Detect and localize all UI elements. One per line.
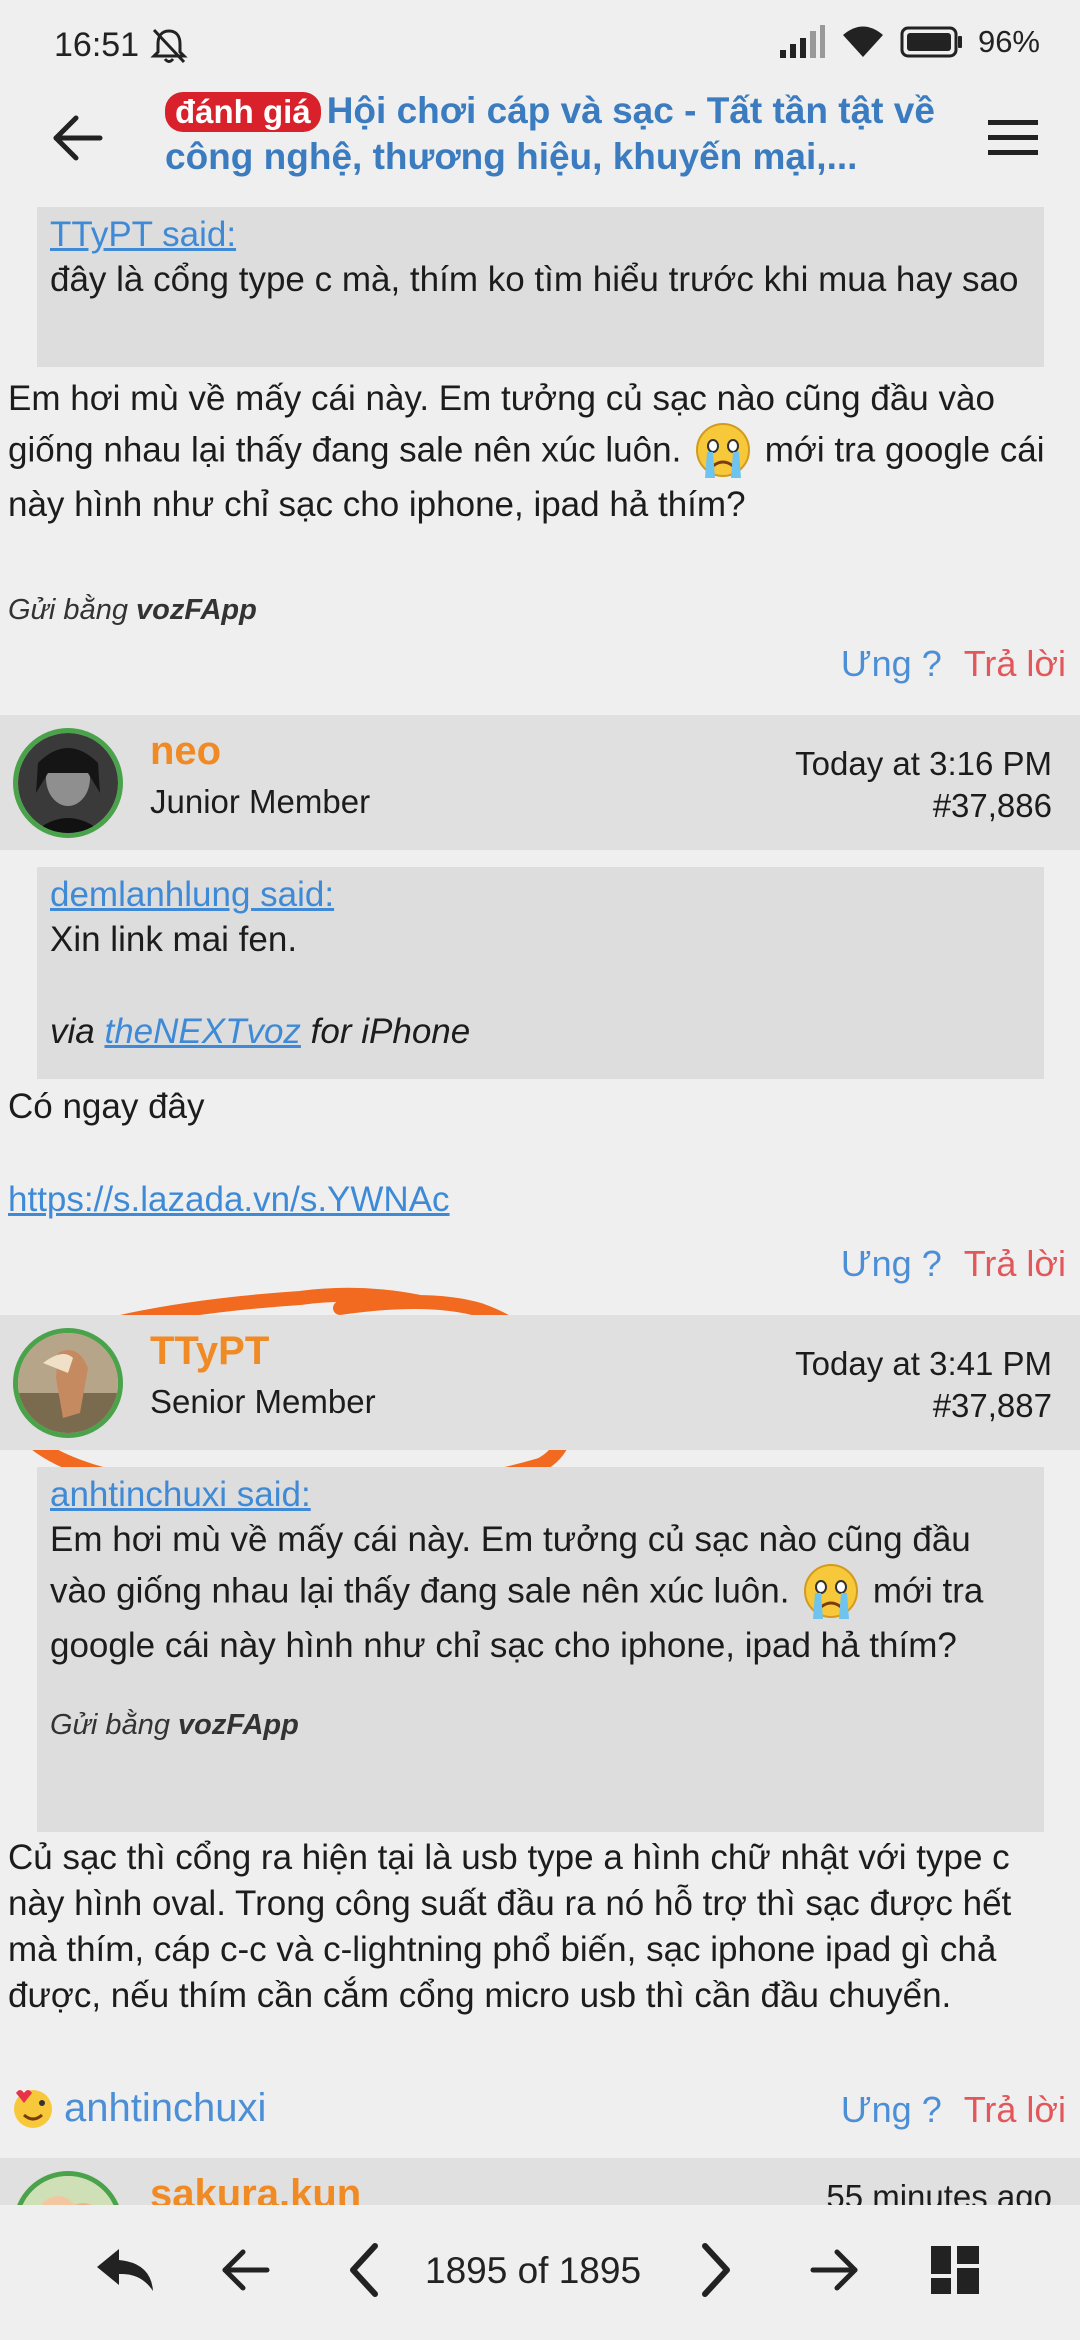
reply-button[interactable]: Trả lời (964, 1243, 1066, 1285)
wifi-icon (842, 26, 883, 57)
quote-text: Em hơi mù về mấy cái này. Em tưởng củ sạ… (50, 1517, 1031, 1669)
thread-prefix-badge: đánh giá (165, 92, 321, 132)
post-body-text: Củ sạc thì cổng ra hiện tại là usb type … (8, 1838, 1012, 2015)
quote-author-link[interactable]: TTyPT said: (50, 213, 1031, 257)
user-role: Senior Member (150, 1383, 376, 1420)
post-signature: Gửi bằng vozFApp (8, 585, 1068, 633)
post-actions: Ưng ? Trả lời (841, 1243, 1066, 1285)
crying-emoji-icon (804, 1564, 859, 1619)
post-body: Em hơi mù về mấy cái này. Em tưởng củ sạ… (8, 376, 1068, 528)
love-reaction-icon (14, 2090, 52, 2128)
bottom-nav-bar: 1895 of 1895 (0, 2205, 1080, 2340)
avatar[interactable] (13, 2171, 123, 2205)
post-link: https://s.lazada.vn/s.YWNAc (8, 1177, 1068, 1223)
post-actions: Ưng ? Trả lời (841, 643, 1066, 685)
quote-block: demlanhlung said: Xin link mai fen. via … (37, 867, 1044, 1079)
next-page-button[interactable] (680, 2235, 750, 2305)
reply-button[interactable]: Trả lời (964, 2089, 1066, 2131)
grid-icon (931, 2246, 979, 2294)
quote-author-link[interactable]: demlanhlung said: (50, 873, 1031, 917)
user-role: Junior Member (150, 783, 371, 820)
signature-app: vozFApp (178, 1709, 299, 1741)
signature-prefix: Gửi bằng (50, 1709, 179, 1741)
avatar[interactable] (13, 1328, 123, 1438)
like-button[interactable]: Ưng ? (841, 1243, 942, 1285)
post-date: Today at 3:41 PM (795, 1345, 1052, 1382)
post-number[interactable]: #37,887 (933, 1387, 1052, 1425)
crying-emoji-icon (696, 423, 751, 478)
username-link[interactable]: sakura.kun (150, 2172, 361, 2205)
thread-title: đánh giá Hội chơi cáp và sạc - Tất tần tậ… (165, 88, 965, 180)
avatar[interactable] (13, 728, 123, 838)
quote-signature: Gửi bằng vozFApp (50, 1709, 1031, 1742)
post-header: sakura.kun 55 minutes ago (0, 2158, 1080, 2205)
post-actions: Ưng ? Trả lời (841, 2089, 1066, 2131)
username-link[interactable]: neo (150, 729, 221, 774)
arrow-right-icon (810, 2249, 858, 2291)
post-date: 55 minutes ago (826, 2178, 1052, 2205)
page-indicator[interactable]: 1895 of 1895 (425, 2250, 641, 2292)
quote-text: Xin link mai fen. (50, 920, 298, 959)
battery-percent: 96% (977, 24, 1040, 59)
reaction-user-link[interactable]: anhtinchuxi (64, 2086, 266, 2131)
like-button[interactable]: Ưng ? (841, 643, 942, 685)
post-body-text: Có ngay đây (8, 1087, 205, 1126)
battery-icon (900, 26, 962, 58)
reply-arrow-icon (97, 2249, 153, 2291)
chevron-left-icon (350, 2243, 378, 2297)
signature-prefix: Gửi bằng (8, 594, 137, 626)
quote-block: anhtinchuxi said: Em hơi mù về mấy cái n… (37, 1467, 1044, 1832)
back-arrow-icon[interactable] (50, 110, 106, 166)
thenextvoz-link[interactable]: theNEXTvoz (104, 1012, 300, 1051)
reaction-row: anhtinchuxi (10, 2085, 266, 2131)
username-link[interactable]: TTyPT (150, 1329, 269, 1374)
quote-text: đây là cổng type c mà, thím ko tìm hiểu … (50, 260, 1019, 299)
layout-grid-button[interactable] (920, 2235, 990, 2305)
arrow-left-icon (222, 2249, 270, 2291)
silent-bell-icon (150, 28, 188, 64)
chevron-right-icon (702, 2243, 730, 2297)
last-page-button[interactable] (800, 2235, 870, 2305)
like-button[interactable]: Ưng ? (841, 2089, 942, 2131)
post-date: Today at 3:16 PM (795, 745, 1052, 782)
menu-icon[interactable] (986, 114, 1040, 162)
app-bar: đánh giá Hội chơi cáp và sạc - Tất tần tậ… (0, 80, 1080, 190)
prev-page-button[interactable] (330, 2235, 400, 2305)
reply-thread-button[interactable] (90, 2235, 160, 2305)
post-number[interactable]: #37,886 (933, 787, 1052, 825)
post-header: TTyPT Senior Member Today at 3:41 PM #37… (0, 1315, 1080, 1450)
lazada-link[interactable]: https://s.lazada.vn/s.YWNAc (8, 1180, 450, 1219)
signal-icon (779, 25, 825, 58)
reply-button[interactable]: Trả lời (964, 643, 1066, 685)
status-time: 16:51 (54, 26, 140, 64)
post-header: neo Junior Member Today at 3:16 PM #37,8… (0, 715, 1080, 850)
quote-via-suffix: for iPhone (300, 1012, 471, 1051)
quote-block: TTyPT said: đây là cổng type c mà, thím … (37, 207, 1044, 367)
quote-author-link[interactable]: anhtinchuxi said: (50, 1473, 1031, 1517)
quote-via: via theNEXTvoz for iPhone (50, 1009, 1031, 1055)
quote-via-prefix: via (50, 1012, 105, 1051)
post-list: TTyPT said: đây là cổng type c mà, thím … (0, 190, 1080, 2205)
signature-app: vozFApp (136, 594, 257, 626)
first-page-button[interactable] (210, 2235, 280, 2305)
